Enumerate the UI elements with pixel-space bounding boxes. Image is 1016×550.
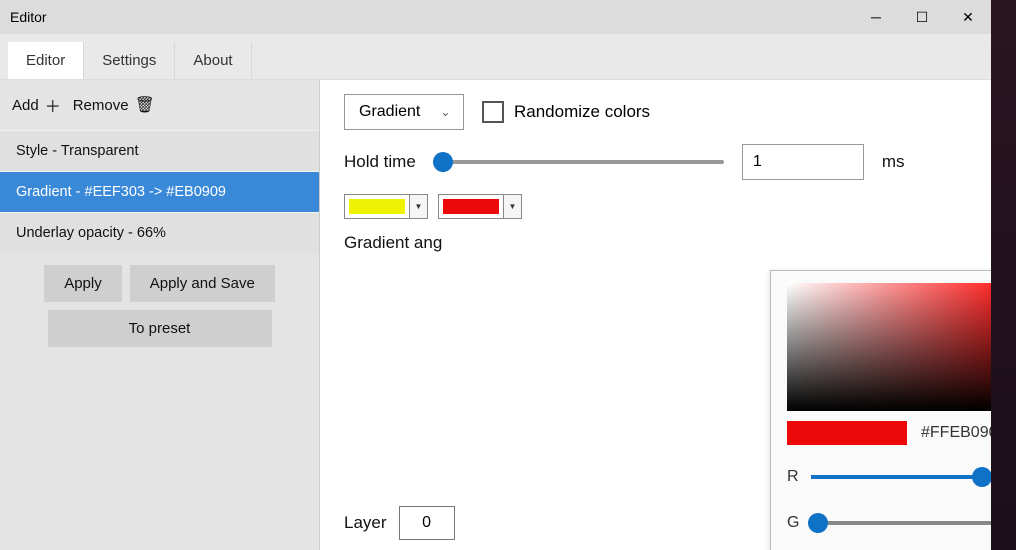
color2-swatch[interactable] bbox=[439, 195, 503, 218]
minimize-button[interactable]: ─ bbox=[853, 0, 899, 34]
main-panel: Gradient ⌄ Randomize colors Hold time ms bbox=[320, 80, 991, 550]
hold-time-unit: ms bbox=[882, 152, 905, 172]
color1-combo: ▼ bbox=[344, 194, 428, 219]
close-button[interactable]: ✕ bbox=[945, 0, 991, 34]
list-item[interactable]: Style - Transparent bbox=[0, 130, 319, 171]
sidebar: Add ＋ Remove 🗑 Style - Transparent Gradi… bbox=[0, 80, 320, 550]
r-label: R bbox=[787, 468, 801, 486]
window-title: Editor bbox=[10, 9, 47, 25]
tab-editor[interactable]: Editor bbox=[8, 42, 84, 79]
apply-save-button[interactable]: Apply and Save bbox=[130, 265, 275, 302]
apply-button[interactable]: Apply bbox=[44, 265, 122, 302]
randomize-checkbox[interactable] bbox=[482, 101, 504, 123]
tab-about[interactable]: About bbox=[175, 42, 251, 79]
hold-time-input[interactable] bbox=[742, 144, 864, 180]
to-preset-button[interactable]: To preset bbox=[48, 310, 272, 347]
gradient-angle-label: Gradient ang bbox=[344, 233, 442, 253]
chevron-down-icon: ⌄ bbox=[440, 105, 450, 119]
plus-icon: ＋ bbox=[45, 93, 61, 117]
tab-bar: Editor Settings About bbox=[0, 34, 991, 80]
saturation-value-area[interactable] bbox=[787, 283, 1016, 411]
r-slider[interactable] bbox=[811, 475, 997, 479]
list-item[interactable]: Underlay opacity - 66% bbox=[0, 212, 319, 253]
layer-label: Layer bbox=[344, 513, 387, 533]
titlebar: Editor ─ ☐ ✕ bbox=[0, 0, 991, 34]
layer-input[interactable] bbox=[399, 506, 455, 540]
trash-icon: 🗑 bbox=[135, 95, 155, 115]
list-item[interactable]: Gradient - #EEF303 -> #EB0909 bbox=[0, 171, 319, 212]
color1-swatch[interactable] bbox=[345, 195, 409, 218]
desktop-background bbox=[991, 0, 1016, 550]
color1-dropdown-button[interactable]: ▼ bbox=[409, 195, 427, 218]
color-picker-popup: ◀ ▶ #FFEB0909 R bbox=[770, 270, 1016, 550]
hold-time-label: Hold time bbox=[344, 152, 416, 172]
randomize-label: Randomize colors bbox=[514, 102, 650, 122]
hold-time-slider[interactable] bbox=[434, 160, 724, 164]
color-preview-swatch bbox=[787, 421, 907, 445]
g-slider[interactable] bbox=[811, 521, 997, 525]
color2-dropdown-button[interactable]: ▼ bbox=[503, 195, 521, 218]
mode-dropdown-label: Gradient bbox=[359, 103, 420, 121]
mode-dropdown[interactable]: Gradient ⌄ bbox=[344, 94, 464, 130]
add-button[interactable]: Add ＋ bbox=[12, 93, 61, 117]
remove-button[interactable]: Remove 🗑 bbox=[73, 95, 155, 115]
maximize-button[interactable]: ☐ bbox=[899, 0, 945, 34]
tab-settings[interactable]: Settings bbox=[84, 42, 175, 79]
g-label: G bbox=[787, 514, 801, 532]
color2-combo: ▼ bbox=[438, 194, 522, 219]
remove-label: Remove bbox=[73, 97, 129, 114]
add-label: Add bbox=[12, 97, 39, 114]
effects-list: Style - Transparent Gradient - #EEF303 -… bbox=[0, 130, 319, 253]
